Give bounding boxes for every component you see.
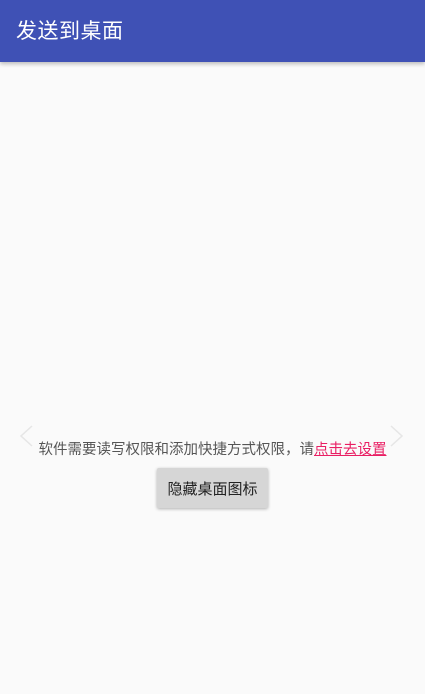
app-bar: 发送到桌面	[0, 0, 425, 62]
app-title: 发送到桌面	[16, 19, 124, 43]
permission-message: 软件需要读写权限和添加快捷方式权限，请点击去设置	[0, 440, 425, 460]
settings-link[interactable]: 点击去设置	[314, 442, 387, 458]
main-content: 软件需要读写权限和添加快捷方式权限，请点击去设置 隐藏桌面图标	[0, 62, 425, 694]
permission-text: 软件需要读写权限和添加快捷方式权限，请	[38, 442, 315, 458]
hide-desktop-icon-button[interactable]: 隐藏桌面图标	[157, 468, 268, 508]
